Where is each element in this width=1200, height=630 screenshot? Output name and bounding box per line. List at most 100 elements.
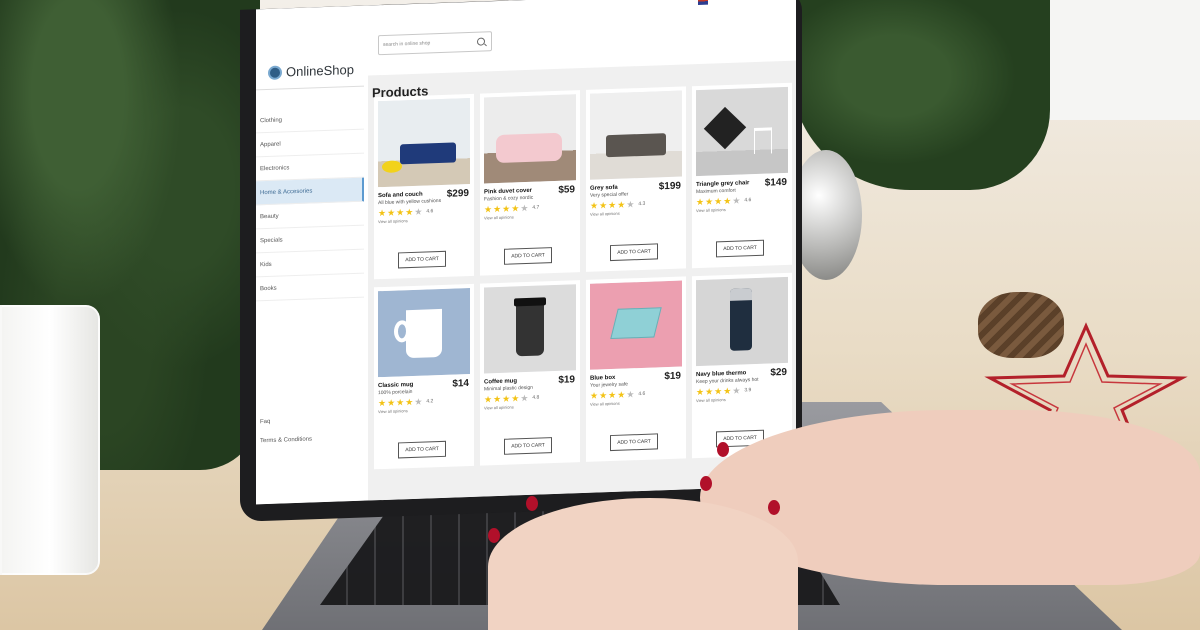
nail bbox=[768, 500, 780, 515]
star-icon: ★ bbox=[599, 390, 608, 401]
product-image-classic-mug[interactable] bbox=[378, 287, 470, 378]
product-desc: All blue with yellow cushions bbox=[378, 197, 442, 207]
star-icon: ★ bbox=[502, 203, 511, 214]
product-image-blue-box[interactable] bbox=[590, 280, 682, 370]
product-card[interactable]: Sofa and couch All blue with yellow cush… bbox=[374, 93, 474, 280]
product-image-thermo[interactable] bbox=[696, 276, 788, 367]
star-icon: ★ bbox=[590, 200, 599, 211]
product-price: $29 bbox=[770, 366, 787, 379]
star-icon: ★ bbox=[599, 200, 608, 211]
product-desc: 100% porcelain bbox=[378, 388, 413, 397]
star-icon: ★ bbox=[520, 392, 529, 404]
brand-name: OnlineShop bbox=[286, 62, 354, 80]
laptop-screen: OnlineShop Clothing Apparel Electronics … bbox=[256, 0, 796, 505]
flag-icon[interactable] bbox=[698, 0, 708, 5]
add-to-cart-button[interactable]: ADD TO CART bbox=[504, 437, 552, 455]
star-icon: ★ bbox=[414, 396, 423, 407]
product-price: $14 bbox=[452, 377, 469, 390]
star-icon: ★ bbox=[493, 393, 502, 405]
sidebar-footer: Faq Terms & Conditions bbox=[260, 417, 312, 457]
product-image-duvet[interactable] bbox=[484, 94, 576, 184]
add-to-cart-button[interactable]: ADD TO CART bbox=[610, 243, 658, 262]
nail bbox=[717, 442, 729, 457]
star-icon: ★ bbox=[696, 386, 705, 398]
rating-value: 4.7 bbox=[532, 204, 540, 211]
brand-logo[interactable]: OnlineShop bbox=[268, 62, 354, 80]
product-image-sofa[interactable] bbox=[378, 97, 470, 188]
product-desc: Your jewelry safe bbox=[590, 381, 628, 389]
star-icon: ★ bbox=[405, 206, 414, 218]
star-icon: ★ bbox=[414, 206, 423, 217]
product-image-coffee-mug[interactable] bbox=[484, 284, 576, 374]
product-price: $19 bbox=[558, 374, 575, 386]
rating-value: 4.8 bbox=[532, 394, 540, 401]
star-icon: ★ bbox=[696, 196, 705, 208]
product-desc: Maximum comfort bbox=[696, 187, 736, 196]
product-card[interactable]: Triangle grey chair Maximum comfort $149… bbox=[692, 82, 792, 269]
product-desc: Keep your drinks always hot bbox=[696, 376, 759, 386]
rating-value: 4.6 bbox=[744, 197, 752, 204]
nail bbox=[488, 528, 500, 543]
search-input[interactable] bbox=[383, 38, 477, 48]
star-icon: ★ bbox=[387, 207, 396, 218]
star-icon: ★ bbox=[626, 199, 635, 210]
product-card[interactable]: Blue box Your jewelry safe $19 ★ ★ ★ ★ ★ 4.6… bbox=[586, 276, 686, 462]
star-icon: ★ bbox=[608, 199, 617, 211]
search-box[interactable] bbox=[378, 31, 492, 56]
star-icon: ★ bbox=[608, 389, 617, 401]
star-icon: ★ bbox=[511, 203, 520, 214]
candle bbox=[0, 305, 100, 575]
add-to-cart-button[interactable]: ADD TO CART bbox=[398, 250, 446, 269]
star-icon: ★ bbox=[732, 385, 741, 396]
product-price: $149 bbox=[764, 176, 787, 189]
rating-value: 4.2 bbox=[426, 398, 434, 405]
product-price: $199 bbox=[658, 180, 681, 193]
star-icon: ★ bbox=[484, 204, 493, 215]
star-icon: ★ bbox=[626, 389, 635, 400]
star-icon: ★ bbox=[723, 195, 732, 207]
product-card[interactable]: Pink duvet cover Fashion & cozy nordic $… bbox=[480, 90, 580, 276]
product-card[interactable]: Navy blue thermo Keep your drinks always… bbox=[692, 272, 792, 459]
add-to-cart-button[interactable]: ADD TO CART bbox=[610, 433, 658, 452]
rating-value: 4.3 bbox=[638, 200, 646, 208]
star-icon: ★ bbox=[396, 397, 405, 408]
product-desc: Very special offer bbox=[590, 191, 629, 199]
product-card[interactable]: Grey sofa Very special offer $199 ★ ★ ★ ★ ★ … bbox=[586, 86, 686, 272]
faq-link[interactable]: Faq bbox=[260, 417, 312, 425]
add-to-cart-button[interactable]: ADD TO CART bbox=[504, 247, 552, 265]
product-image-chair[interactable] bbox=[696, 86, 788, 177]
product-card[interactable]: Coffee mug Minimal plastic design $19 ★ ★… bbox=[480, 280, 580, 466]
star-icon: ★ bbox=[617, 199, 626, 210]
star-icon: ★ bbox=[511, 393, 520, 404]
add-to-cart-button[interactable]: ADD TO CART bbox=[398, 440, 446, 459]
star-icon: ★ bbox=[493, 203, 502, 215]
sidebar-item-books[interactable]: Books bbox=[256, 273, 364, 302]
star-icon: ★ bbox=[714, 386, 723, 397]
star-icon: ★ bbox=[590, 390, 599, 401]
globe-icon bbox=[268, 65, 282, 80]
star-icon: ★ bbox=[378, 207, 387, 219]
star-icon: ★ bbox=[723, 385, 732, 397]
add-to-cart-button[interactable]: ADD TO CART bbox=[716, 239, 764, 258]
terms-link[interactable]: Terms & Conditions bbox=[260, 436, 312, 444]
star-icon: ★ bbox=[484, 394, 493, 405]
star-icon: ★ bbox=[502, 393, 511, 404]
window-light bbox=[1030, 0, 1200, 120]
rating-value: 3.9 bbox=[744, 387, 752, 394]
sidebar-divider bbox=[256, 85, 364, 91]
product-price: $19 bbox=[664, 370, 681, 383]
nail bbox=[526, 496, 538, 511]
star-icon: ★ bbox=[396, 207, 405, 218]
products-area: Products Sofa and couch All blue with ye… bbox=[368, 60, 796, 501]
left-hand bbox=[488, 498, 798, 630]
rating-value: 4.6 bbox=[638, 390, 646, 398]
product-card[interactable]: Classic mug 100% porcelain $14 ★ ★ ★ ★ ★ 4.2… bbox=[374, 283, 474, 470]
product-grid: Sofa and couch All blue with yellow cush… bbox=[374, 82, 792, 470]
star-icon: ★ bbox=[705, 386, 714, 397]
search-icon[interactable] bbox=[477, 37, 485, 46]
star-icon: ★ bbox=[705, 196, 714, 207]
star-icon: ★ bbox=[732, 195, 741, 206]
product-price: $299 bbox=[446, 187, 469, 200]
product-price: $59 bbox=[558, 184, 575, 196]
product-image-grey-sofa[interactable] bbox=[590, 90, 682, 180]
